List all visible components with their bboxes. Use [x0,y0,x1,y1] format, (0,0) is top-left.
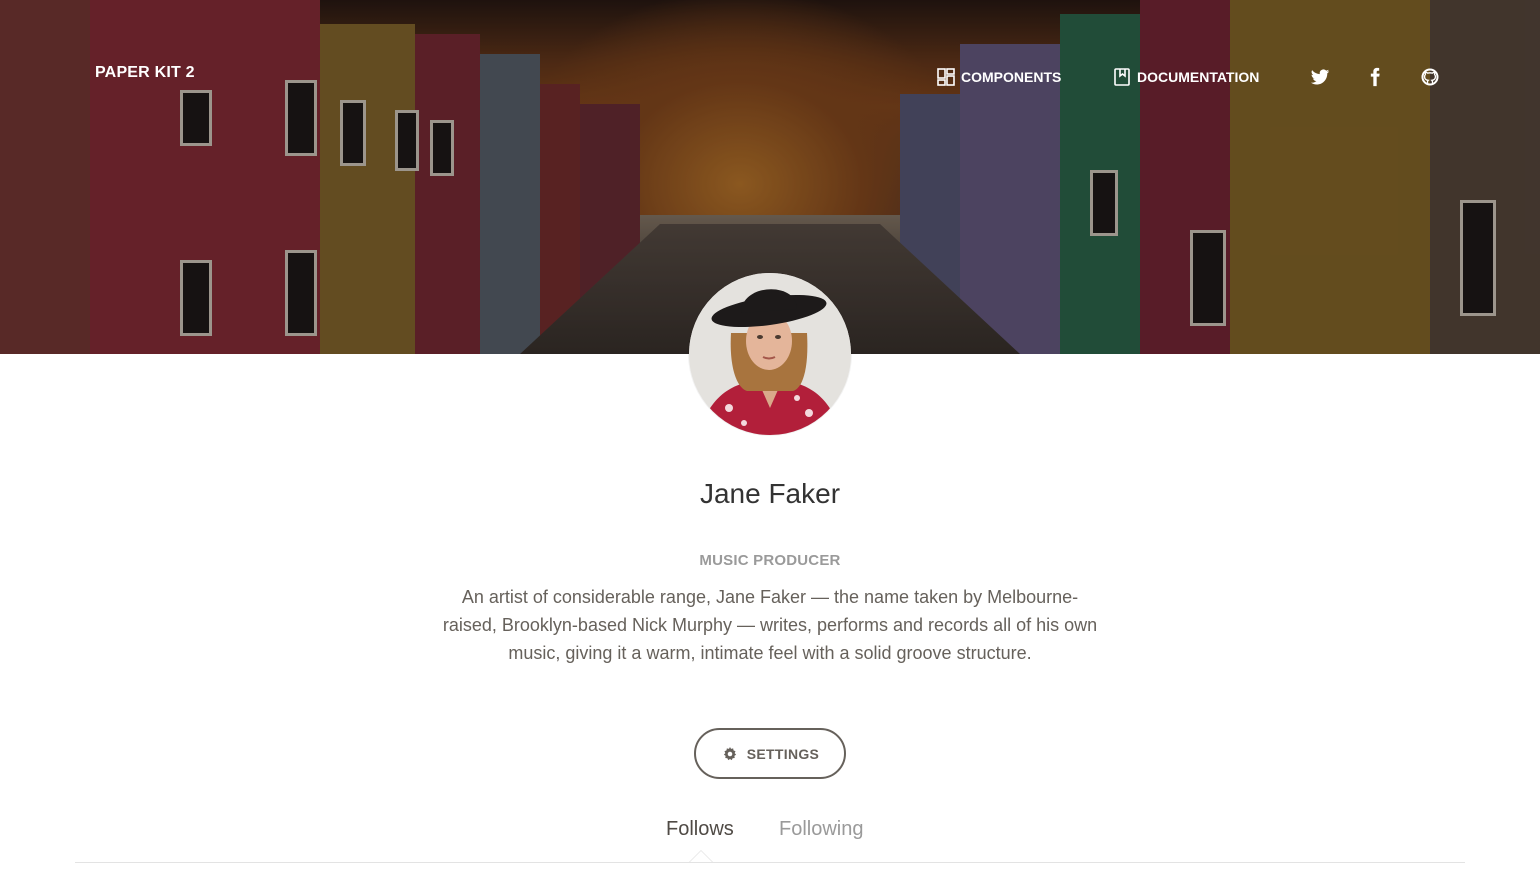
nav-components[interactable]: COMPONENTS [937,66,1061,88]
book-icon [1113,68,1131,86]
github-icon[interactable] [1419,66,1441,88]
nav-documentation-label: DOCUMENTATION [1137,69,1260,85]
facebook-icon[interactable] [1364,66,1386,88]
profile-name: Jane Faker [699,478,841,509]
profile-tabs: Follows Following [75,808,1465,863]
gear-icon [721,745,739,763]
settings-button[interactable]: SETTINGS [694,728,846,779]
settings-label: SETTINGS [746,745,820,762]
nav-documentation[interactable]: DOCUMENTATION [1113,66,1259,88]
active-tab-indicator [689,850,713,862]
tab-following[interactable]: Following [779,818,863,841]
profile-avatar [689,273,851,435]
profile-bio: An artist of considerable range, Jane Fa… [442,587,1098,663]
layout-icon [937,68,955,86]
profile-role: MUSIC PRODUCER [699,552,841,569]
twitter-icon[interactable] [1309,66,1331,88]
nav-components-label: COMPONENTS [961,69,1062,85]
brand-logo[interactable]: PAPER KIT 2 [95,64,195,82]
tab-follows[interactable]: Follows [666,818,734,841]
